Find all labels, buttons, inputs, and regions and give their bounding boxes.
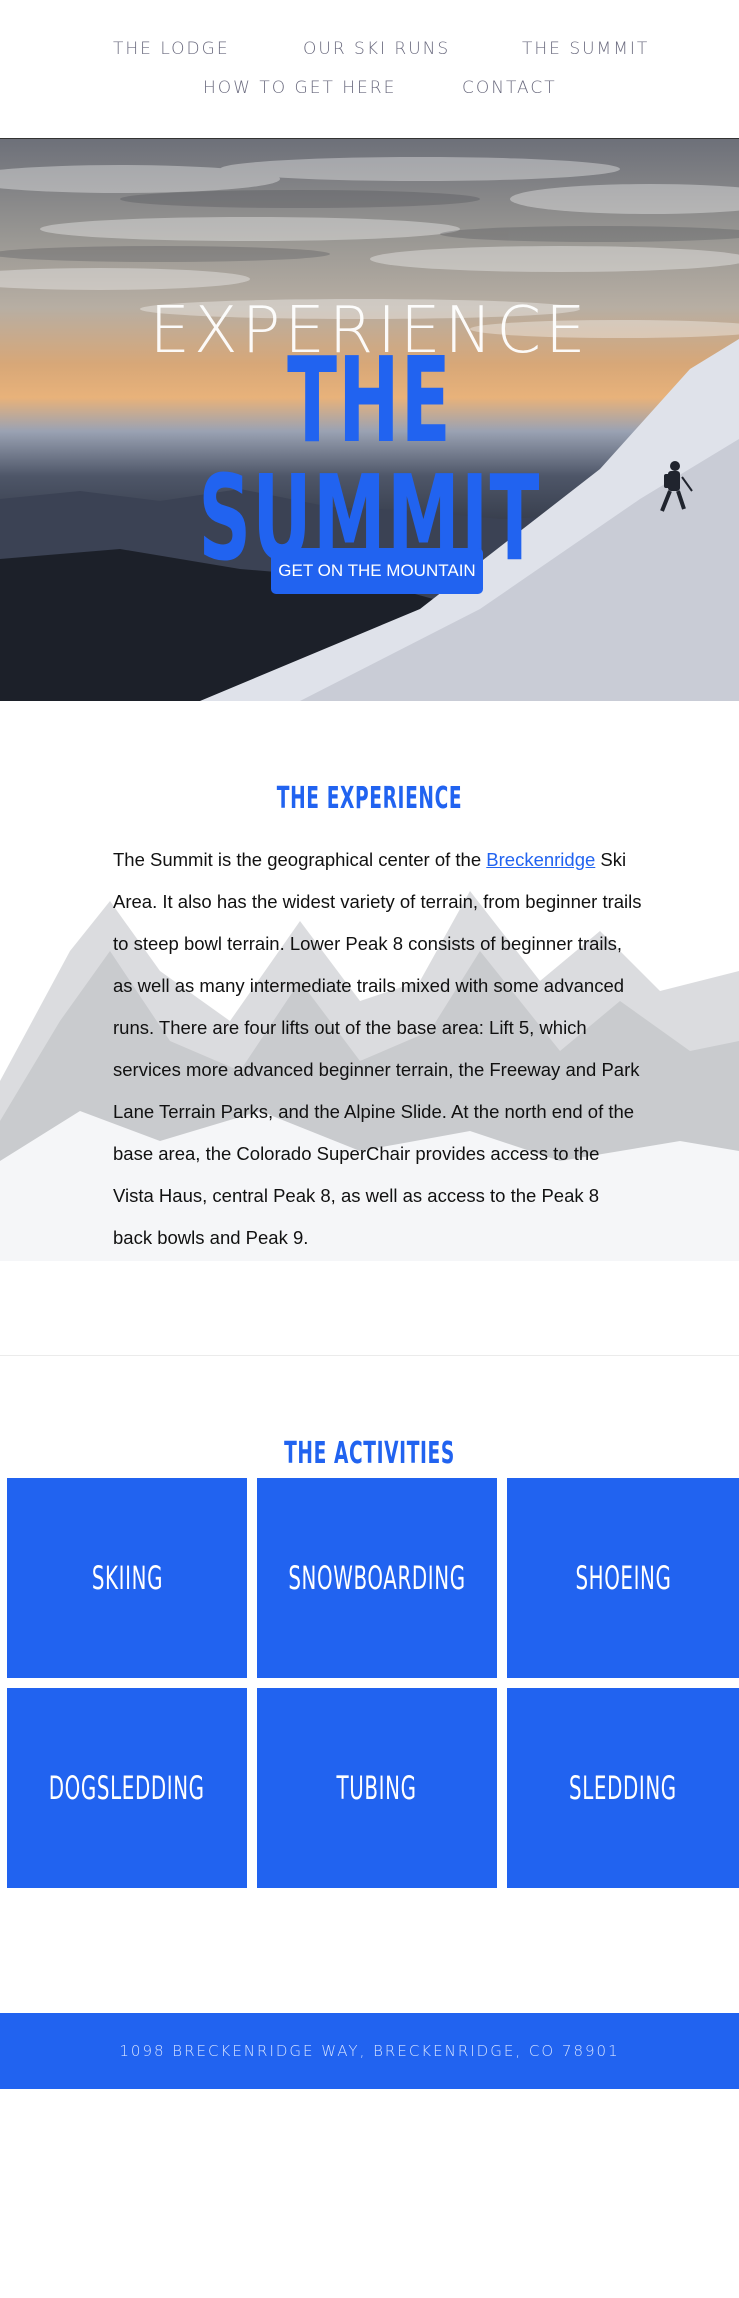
activity-tile-snowboarding[interactable]: SNOWBOARDING [257, 1478, 497, 1678]
nav-link-our-ski-runs[interactable]: OUR SKI RUNS [303, 39, 450, 59]
activities-title: THE ACTIVITIES [284, 1436, 455, 1471]
hero-title-the-summit: THE SUMMIT [198, 331, 541, 587]
activity-label: SNOWBOARDING [288, 1559, 466, 1597]
footer-address: 1098 BRECKENRIDGE WAY, BRECKENRIDGE, CO … [119, 2042, 620, 2060]
footer: 1098 BRECKENRIDGE WAY, BRECKENRIDGE, CO … [0, 2013, 739, 2089]
nav-link-contact[interactable]: CONTACT [462, 78, 557, 98]
nav-link-the-summit[interactable]: THE SUMMIT [522, 39, 649, 59]
activity-tile-shoeing[interactable]: SHOEING [507, 1478, 739, 1678]
top-nav: THE LODGE OUR SKI RUNS THE SUMMIT HOW TO… [0, 0, 739, 139]
activity-label: SLEDDING [569, 1769, 677, 1807]
experience-paragraph: The Summit is the geographical center of… [113, 849, 642, 1248]
experience-section: THE EXPERIENCE The Summit is the geograp… [0, 701, 739, 1356]
activity-label: TUBING [336, 1769, 418, 1807]
activity-label: DOGSLEDDING [49, 1769, 205, 1807]
activity-label: SHOEING [574, 1559, 672, 1597]
activity-tile-skiing[interactable]: SKIING [7, 1478, 247, 1678]
activity-tile-tubing[interactable]: TUBING [257, 1688, 497, 1888]
get-on-the-mountain-button[interactable]: GET ON THE MOUNTAIN [271, 548, 483, 594]
breckenridge-link[interactable]: Breckenridge [486, 849, 595, 870]
nav-link-the-lodge[interactable]: THE LODGE [113, 39, 230, 59]
activity-tile-sledding[interactable]: SLEDDING [507, 1688, 739, 1888]
activity-tile-dogsledding[interactable]: DOGSLEDDING [7, 1688, 247, 1888]
nav-link-how-to-get-here[interactable]: HOW TO GET HERE [203, 78, 396, 98]
experience-title: THE EXPERIENCE [276, 781, 463, 816]
hero-section: EXPERIENCE THE SUMMIT GET ON THE MOUNTAI… [0, 139, 739, 701]
activities-section: THE ACTIVITIES SKIING SNOWBOARDING SHOEI… [0, 1356, 739, 2013]
activity-label: SKIING [91, 1559, 163, 1597]
